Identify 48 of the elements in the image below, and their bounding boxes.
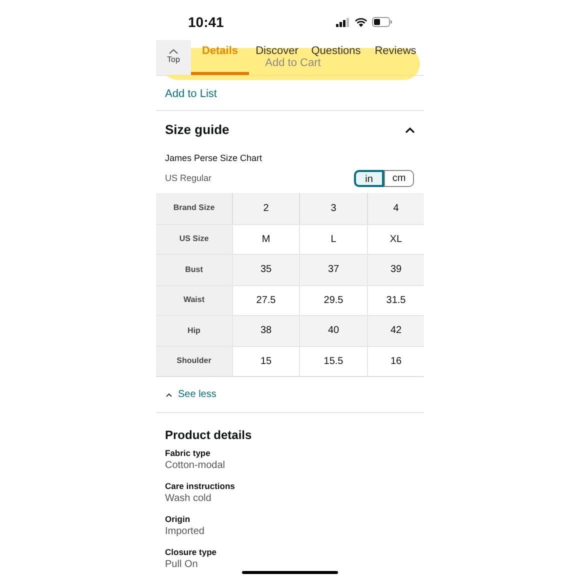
signal-icon xyxy=(336,18,350,26)
table-cell-text: 29.5 xyxy=(324,294,344,308)
table-cell-text: 31.5 xyxy=(386,294,406,308)
table-cell-text: M xyxy=(262,232,270,247)
table-cell-text: 15 xyxy=(260,354,272,369)
table-cell-text: 4 xyxy=(393,202,399,216)
table-cell-text: 3 xyxy=(330,202,336,216)
row-header: Hip xyxy=(188,324,200,337)
chevron-up-icon xyxy=(166,392,172,396)
table-cell-text: 16 xyxy=(390,354,402,369)
top-button[interactable]: Top xyxy=(156,40,191,75)
section-title: Product details xyxy=(165,427,253,444)
field-label: Closure type xyxy=(165,547,218,558)
table-cell-text: XL xyxy=(390,232,402,247)
row-header: US Size xyxy=(179,233,209,246)
table-cell-text: 15.5 xyxy=(324,354,344,369)
field-label: Fabric type xyxy=(165,448,212,459)
table-cell-text: 40 xyxy=(328,324,340,338)
chevron-up-icon xyxy=(169,49,178,54)
add-to-list-link[interactable]: Add to List xyxy=(165,86,217,102)
field-label: Care instructions xyxy=(165,481,236,492)
row-header: Waist xyxy=(183,294,205,306)
table-cell-text: 37 xyxy=(328,263,340,278)
field-value: Cotton-modal xyxy=(165,459,226,472)
battery-icon xyxy=(372,17,392,27)
region-label: US Regular xyxy=(165,172,212,185)
status-time: 10:41 xyxy=(188,12,224,32)
wifi-icon xyxy=(355,18,367,26)
row-header: Shoulder xyxy=(176,355,212,368)
unit-toggle[interactable]: in xyxy=(354,170,384,187)
table-cell-text: L xyxy=(330,232,336,247)
see-less-link[interactable]: See less xyxy=(178,387,216,402)
chart-title: James Perse Size Chart xyxy=(164,152,264,164)
row-header: Brand Size xyxy=(173,202,215,214)
table-cell-text: 38 xyxy=(260,324,272,338)
field-value: Imported xyxy=(165,525,206,538)
row-header: Bust xyxy=(185,264,203,276)
field-value: Pull On xyxy=(165,558,199,571)
table-cell-text: 39 xyxy=(390,263,402,278)
field-value: Wash cold xyxy=(165,492,212,505)
table-cell-text: 42 xyxy=(390,324,402,338)
field-label: Origin xyxy=(165,514,192,525)
table-cell-text: 27.5 xyxy=(256,294,276,308)
table-cell-text: 35 xyxy=(260,263,272,278)
chevron-up-icon[interactable] xyxy=(405,126,415,133)
unit-toggle[interactable]: cm xyxy=(384,170,414,187)
section-title: Size guide xyxy=(165,121,230,139)
table-cell-text: 2 xyxy=(263,202,269,216)
